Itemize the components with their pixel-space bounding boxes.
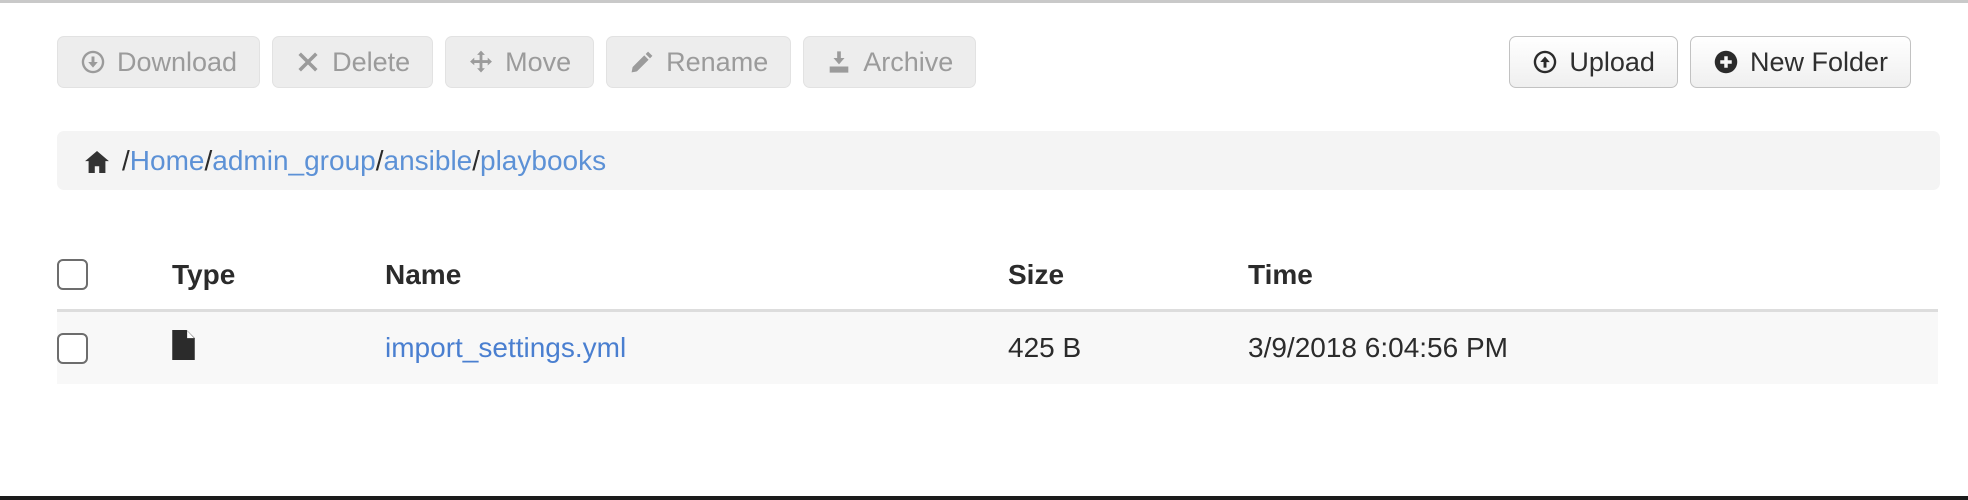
column-header-size[interactable]: Size [1008,259,1248,291]
arrows-move-icon [468,49,494,75]
column-header-time[interactable]: Time [1248,259,1938,291]
file-document-icon [172,329,195,360]
table-row[interactable]: import_settings.yml 425 B 3/9/2018 6:04:… [57,312,1938,384]
row-type-cell [172,329,385,367]
download-button[interactable]: Download [57,36,261,88]
toolbar-left-group: Download Delete Move Rename Archive [57,36,977,88]
table-header-row: Type Name Size Time [57,240,1938,312]
row-size-cell: 425 B [1008,332,1082,363]
row-select-cell [57,332,172,364]
column-header-name[interactable]: Name [385,259,1008,291]
times-icon [295,49,321,75]
breadcrumb-item-ansible[interactable]: ansible [384,145,473,177]
download-button-label: Download [117,46,238,77]
upload-button[interactable]: Upload [1509,36,1678,88]
upload-circle-icon [1532,49,1558,75]
breadcrumb-item-admin-group[interactable]: admin_group [212,145,375,177]
plus-circle-icon [1713,49,1739,75]
row-name-cell: import_settings.yml [385,332,1008,364]
delete-button-label: Delete [332,46,411,77]
archive-tray-icon [826,49,852,75]
breadcrumb-separator-2: / [375,144,384,176]
breadcrumb-separator-0: / [122,144,130,176]
column-header-type[interactable]: Type [172,259,385,291]
delete-button[interactable]: Delete [272,36,434,88]
select-all-checkbox[interactable] [57,259,88,290]
pencil-icon [629,49,655,75]
move-button[interactable]: Move [445,36,595,88]
file-manager-page: Download Delete Move Rename Archive Uplo… [0,0,1968,500]
download-circle-icon [80,49,106,75]
breadcrumb: / Home / admin_group / ansible / playbooks [57,131,1940,190]
archive-button-label: Archive [863,46,954,77]
upload-button-label: Upload [1569,46,1655,77]
rename-button[interactable]: Rename [606,36,792,88]
new-folder-button-label: New Folder [1749,46,1888,77]
toolbar-right-group: Upload New Folder [1509,36,1911,88]
new-folder-button[interactable]: New Folder [1689,36,1911,88]
breadcrumb-item-home[interactable]: Home [130,145,205,177]
archive-button[interactable]: Archive [803,36,977,88]
rename-button-label: Rename [666,46,769,77]
select-all-cell [57,259,172,290]
row-time-cell: 3/9/2018 6:04:56 PM [1248,332,1508,363]
file-name-link[interactable]: import_settings.yml [385,332,626,363]
row-checkbox[interactable] [57,332,88,364]
breadcrumb-separator-3: / [472,144,481,176]
home-icon[interactable] [83,148,111,176]
file-table: Type Name Size Time import_settings.yml … [57,240,1938,384]
breadcrumb-item-playbooks[interactable]: playbooks [480,145,606,177]
move-button-label: Move [505,46,572,77]
breadcrumb-separator-1: / [204,144,213,176]
toolbar: Download Delete Move Rename Archive Uplo… [0,36,1968,98]
